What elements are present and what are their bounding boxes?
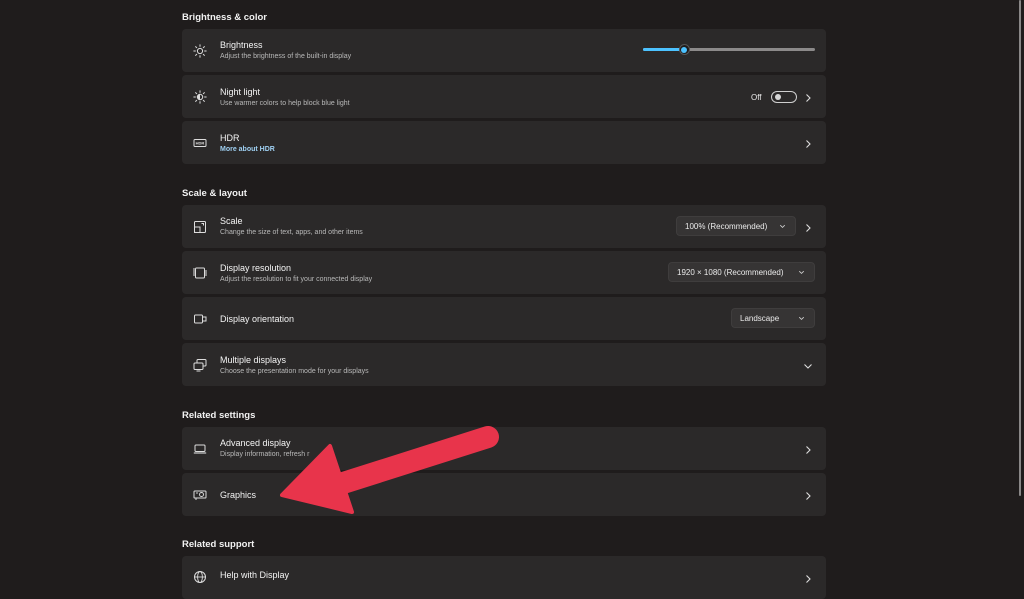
resolution-icon bbox=[193, 266, 207, 280]
brightness-card: Brightness Adjust the brightness of the … bbox=[182, 29, 826, 72]
multiple-displays-card[interactable]: Multiple displays Choose the presentatio… bbox=[182, 343, 826, 386]
display-resolution-dropdown-value: 1920 × 1080 (Recommended) bbox=[677, 267, 784, 277]
advanced-display-description: Display information, refresh r bbox=[220, 451, 310, 458]
multiple-displays-description: Choose the presentation mode for your di… bbox=[220, 368, 369, 375]
graphics-card[interactable]: Graphics bbox=[182, 473, 826, 516]
brightness-slider[interactable] bbox=[643, 44, 815, 55]
section-title-brightness-color: Brightness & color bbox=[182, 12, 267, 23]
help-with-display-card[interactable]: Help with Display bbox=[182, 556, 826, 599]
scrollbar[interactable] bbox=[1019, 0, 1021, 496]
section-title-scale-layout: Scale & layout bbox=[182, 188, 247, 199]
night-light-title: Night light bbox=[220, 87, 261, 97]
graphics-card-icon bbox=[193, 488, 207, 502]
toggle-knob bbox=[775, 94, 781, 100]
hdr-more-link[interactable]: More about HDR bbox=[220, 146, 275, 153]
display-orientation-card: Display orientation Landscape bbox=[182, 297, 826, 340]
hdr-title: HDR bbox=[220, 133, 240, 143]
brightness-description: Adjust the brightness of the built-in di… bbox=[220, 53, 352, 60]
chevron-down-icon bbox=[802, 359, 814, 371]
scale-card[interactable]: Scale Change the size of text, apps, and… bbox=[182, 205, 826, 248]
chevron-right-icon bbox=[802, 443, 814, 455]
multiple-displays-title: Multiple displays bbox=[220, 355, 287, 365]
display-orientation-dropdown-value: Landscape bbox=[740, 313, 780, 323]
night-light-card[interactable]: Night light Use warmer colors to help bl… bbox=[182, 75, 826, 118]
scale-dropdown[interactable]: 100% (Recommended) bbox=[676, 216, 796, 236]
globe-icon bbox=[193, 570, 207, 584]
brightness-slider-thumb[interactable] bbox=[678, 44, 690, 55]
display-resolution-description: Adjust the resolution to fit your connec… bbox=[220, 276, 373, 283]
display-resolution-card: Display resolution Adjust the resolution… bbox=[182, 251, 826, 294]
brightness-title: Brightness bbox=[220, 40, 263, 50]
chevron-right-icon bbox=[802, 91, 814, 103]
chevron-down-icon bbox=[779, 224, 786, 229]
graphics-title: Graphics bbox=[220, 490, 257, 500]
display-resolution-dropdown[interactable]: 1920 × 1080 (Recommended) bbox=[668, 262, 815, 282]
svg-text:HDR: HDR bbox=[196, 141, 205, 146]
night-light-toggle[interactable] bbox=[771, 91, 797, 103]
scale-title: Scale bbox=[220, 216, 243, 226]
chevron-down-icon bbox=[798, 270, 805, 275]
display-resolution-title: Display resolution bbox=[220, 263, 292, 273]
chevron-right-icon bbox=[802, 221, 814, 233]
help-with-display-title: Help with Display bbox=[220, 570, 290, 580]
chevron-right-icon bbox=[802, 489, 814, 501]
scale-icon bbox=[193, 220, 207, 234]
laptop-icon bbox=[193, 442, 207, 456]
section-title-related-settings: Related settings bbox=[182, 410, 256, 421]
multiple-displays-icon bbox=[193, 358, 207, 372]
night-light-icon bbox=[193, 90, 207, 104]
chevron-right-icon bbox=[802, 137, 814, 149]
section-title-related-support: Related support bbox=[182, 539, 255, 550]
chevron-right-icon bbox=[802, 572, 814, 584]
chevron-down-icon bbox=[798, 316, 805, 321]
night-light-description: Use warmer colors to help block blue lig… bbox=[220, 100, 350, 107]
night-light-toggle-label: Off bbox=[751, 93, 762, 102]
hdr-icon: HDR bbox=[193, 136, 207, 150]
hdr-card[interactable]: HDR HDR More about HDR bbox=[182, 121, 826, 164]
advanced-display-title: Advanced display bbox=[220, 438, 291, 448]
sun-icon bbox=[193, 44, 207, 58]
orientation-icon bbox=[193, 312, 207, 326]
display-orientation-dropdown[interactable]: Landscape bbox=[731, 308, 815, 328]
advanced-display-card[interactable]: Advanced display Display information, re… bbox=[182, 427, 826, 470]
scale-dropdown-value: 100% (Recommended) bbox=[685, 221, 768, 231]
scale-description: Change the size of text, apps, and other… bbox=[220, 229, 363, 236]
display-orientation-title: Display orientation bbox=[220, 314, 295, 324]
